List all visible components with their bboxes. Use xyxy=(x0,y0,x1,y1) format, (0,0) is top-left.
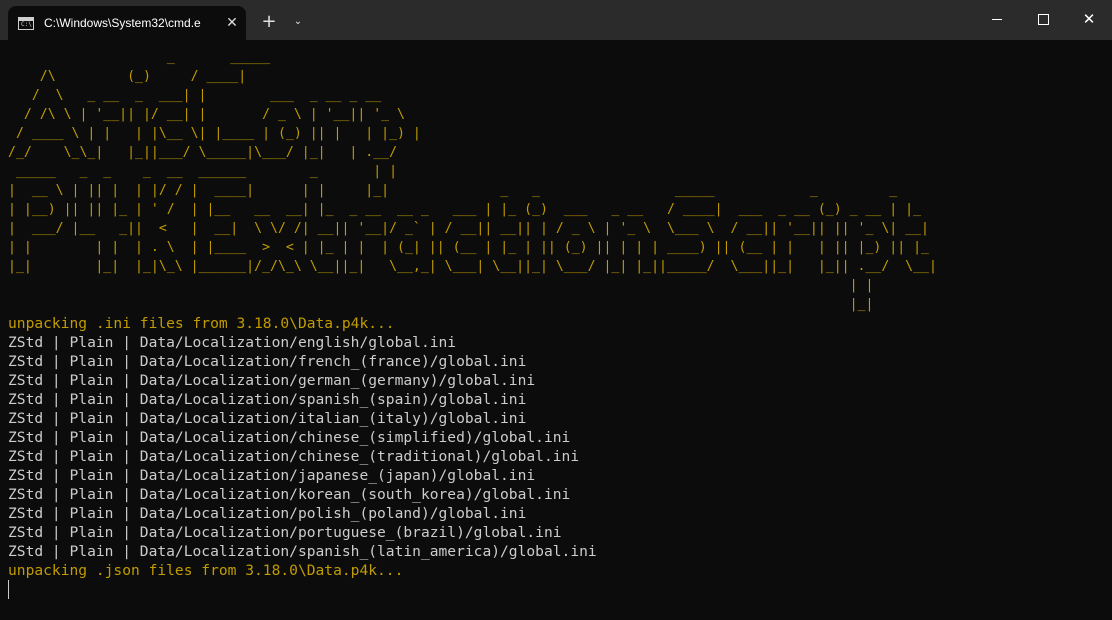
close-window-button[interactable]: ✕ xyxy=(1066,0,1112,38)
minimize-icon xyxy=(992,18,1002,20)
list-item: ZStd | Plain | Data/Localization/french_… xyxy=(8,353,527,370)
status-line-ini: unpacking .ini files from 3.18.0\Data.p4… xyxy=(8,315,395,332)
close-icon: ✕ xyxy=(1082,10,1096,28)
tab-cmd[interactable]: C:\ C:\Windows\System32\cmd.e ✕ xyxy=(8,6,246,40)
maximize-button[interactable] xyxy=(1020,0,1066,38)
command-prompt-icon: C:\ xyxy=(18,16,34,30)
status-line-json: unpacking .json files from 3.18.0\Data.p… xyxy=(8,562,404,579)
terminal-output[interactable]: _ _____ /\ (_) / ____| / \ _ __ _ ___| |… xyxy=(8,48,1104,620)
title-bar: C:\ C:\Windows\System32\cmd.e ✕ + ⌄ ✕ xyxy=(0,0,1112,40)
list-item: ZStd | Plain | Data/Localization/portugu… xyxy=(8,524,562,541)
list-item: ZStd | Plain | Data/Localization/chinese… xyxy=(8,448,580,465)
file-list: ZStd | Plain | Data/Localization/english… xyxy=(8,333,1104,561)
tab-title: C:\Windows\System32\cmd.e xyxy=(44,16,201,30)
ascii-art-banner: _ _____ /\ (_) / ____| / \ _ __ _ ___| |… xyxy=(8,50,937,312)
list-item: ZStd | Plain | Data/Localization/chinese… xyxy=(8,429,571,446)
tab-dropdown-button[interactable]: ⌄ xyxy=(286,6,310,36)
list-item: ZStd | Plain | Data/Localization/italian… xyxy=(8,410,527,427)
list-item: ZStd | Plain | Data/Localization/english… xyxy=(8,334,457,351)
input-line[interactable] xyxy=(8,580,1104,599)
list-item: ZStd | Plain | Data/Localization/german_… xyxy=(8,372,536,389)
new-tab-button[interactable]: + xyxy=(254,6,284,36)
list-item: ZStd | Plain | Data/Localization/spanish… xyxy=(8,391,527,408)
list-item: ZStd | Plain | Data/Localization/korean_… xyxy=(8,486,571,503)
maximize-icon xyxy=(1037,13,1049,25)
text-cursor xyxy=(8,580,9,599)
list-item: ZStd | Plain | Data/Localization/japanes… xyxy=(8,467,536,484)
minimize-button[interactable] xyxy=(974,0,1020,38)
list-item: ZStd | Plain | Data/Localization/polish_… xyxy=(8,505,527,522)
list-item: ZStd | Plain | Data/Localization/spanish… xyxy=(8,543,597,560)
tab-close-icon[interactable]: ✕ xyxy=(218,15,246,31)
chevron-down-icon: ⌄ xyxy=(293,15,303,27)
